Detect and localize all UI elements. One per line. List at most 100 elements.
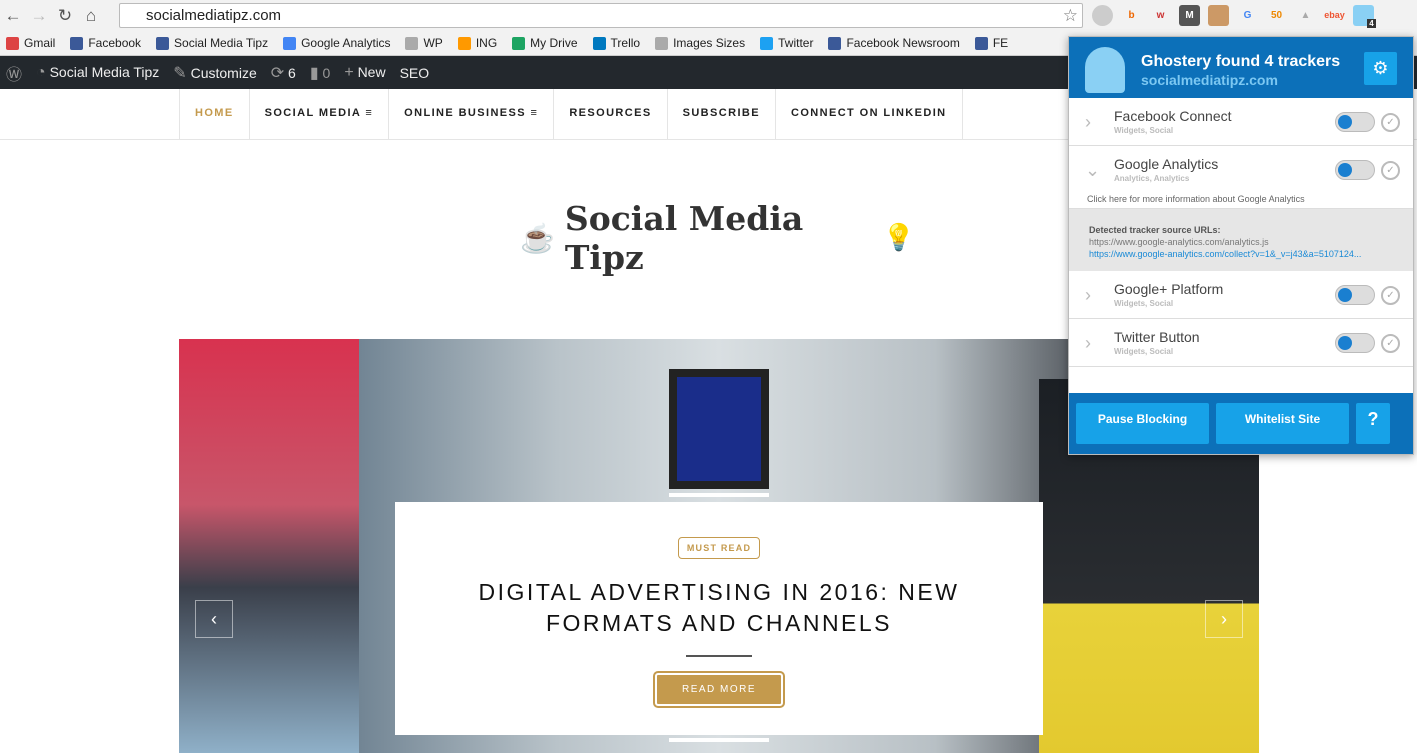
block-toggle[interactable] <box>1335 160 1375 180</box>
block-toggle[interactable] <box>1335 333 1375 353</box>
nav-resources[interactable]: RESOURCES <box>553 89 666 139</box>
customize-label: Customize <box>190 64 257 81</box>
trust-check-icon[interactable]: ✓ <box>1381 334 1400 353</box>
gmail-icon <box>6 36 19 50</box>
bookmark-fe[interactable]: FE <box>974 36 1009 50</box>
bookmark-my-drive[interactable]: My Drive <box>512 36 578 50</box>
coffee-cup-icon: ☕ <box>520 221 555 255</box>
pause-blocking-button[interactable]: Pause Blocking <box>1076 403 1209 444</box>
chevron-right-icon[interactable]: › <box>1085 333 1091 354</box>
wp-updates-link[interactable]: ⟳ 6 <box>271 63 296 83</box>
whitelist-site-button[interactable]: Whitelist Site <box>1216 403 1349 444</box>
trust-check-icon[interactable]: ✓ <box>1381 286 1400 305</box>
bookmark-star-icon[interactable]: ☆ <box>1063 6 1078 26</box>
drive-icon <box>512 36 526 50</box>
bookmark-social-media-tipz[interactable]: Social Media Tipz <box>156 36 268 50</box>
nav-subscribe[interactable]: SUBSCRIBE <box>666 89 775 139</box>
tracker-row[interactable]: › Twitter Button Widgets, Social ✓ <box>1069 319 1413 367</box>
prev-slide-button[interactable]: ‹ <box>195 600 233 638</box>
nav-home[interactable]: HOME <box>179 89 249 139</box>
category-badge[interactable]: MUST READ <box>677 537 761 559</box>
brush-icon: ✎ <box>173 64 187 82</box>
tracker-name: Facebook Connect <box>1114 108 1232 124</box>
wp-customize-link[interactable]: ✎ Customize <box>173 63 256 83</box>
bookmark-google-analytics[interactable]: Google Analytics <box>283 36 390 50</box>
block-toggle[interactable] <box>1335 112 1375 132</box>
block-toggle[interactable] <box>1335 285 1375 305</box>
extension-icon[interactable] <box>1092 5 1113 26</box>
featured-post-card: MUST READ DIGITAL ADVERTISING IN 2016: N… <box>395 502 1043 735</box>
extension-icon[interactable]: M <box>1179 5 1200 26</box>
back-icon[interactable]: ← <box>0 6 26 26</box>
tracker-name: Google+ Platform <box>1114 281 1224 297</box>
slide-indicator[interactable] <box>669 493 769 497</box>
help-button[interactable]: ? <box>1356 403 1390 444</box>
wp-site-link[interactable]: ◔ Social Media Tipz <box>36 64 159 82</box>
hero-image <box>669 369 769 489</box>
post-title[interactable]: DIGITAL ADVERTISING IN 2016: NEW FORMATS… <box>395 577 1043 639</box>
more-info-link[interactable]: Click here for more information about Go… <box>1087 194 1305 204</box>
bookmark-facebook-newsroom[interactable]: Facebook Newsroom <box>828 36 960 50</box>
nav-linkedin[interactable]: CONNECT ON LINKEDIN <box>774 89 963 139</box>
twitter-icon <box>760 36 774 50</box>
ebay-icon[interactable]: ebay <box>1324 5 1345 26</box>
reload-icon[interactable]: ↻ <box>52 6 78 26</box>
bookmark-label: WP <box>423 36 443 50</box>
extensions: b w M G 50 ▲ ebay 4 <box>1092 5 1376 28</box>
extension-icon[interactable] <box>1208 5 1229 26</box>
settings-gear-icon[interactable]: ⚙ <box>1364 52 1397 85</box>
menu-icon: ≡ <box>365 107 374 119</box>
address-bar[interactable]: socialmediatipz.com ☆ <box>119 3 1083 28</box>
wp-new-link[interactable]: + New <box>344 64 385 82</box>
trello-icon <box>592 36 606 50</box>
url-text: socialmediatipz.com <box>146 7 282 24</box>
lightbulb-icon <box>405 36 419 50</box>
bookmark-images-sizes[interactable]: Images Sizes <box>655 36 745 50</box>
chevron-right-icon[interactable]: › <box>1085 285 1091 306</box>
bookmark-label: FE <box>992 36 1009 50</box>
trust-check-icon[interactable]: ✓ <box>1381 161 1400 180</box>
trust-check-icon[interactable]: ✓ <box>1381 113 1400 132</box>
source-url-link[interactable]: https://www.google-analytics.com/collect… <box>1089 249 1361 259</box>
extension-icon[interactable]: 50 <box>1266 5 1287 26</box>
wp-comments-link[interactable]: ▮ 0 <box>310 63 331 83</box>
chevron-right-icon[interactable]: › <box>1085 112 1091 133</box>
browser-toolbar: ← → ↻ ⌂ socialmediatipz.com ☆ b w M G 50 … <box>0 0 1417 31</box>
bookmark-ing[interactable]: ING <box>457 36 497 50</box>
tracker-row[interactable]: ⌄ Google Analytics Analytics, Analytics … <box>1069 146 1413 209</box>
translate-icon[interactable]: G <box>1237 5 1258 26</box>
home-icon[interactable]: ⌂ <box>78 6 104 26</box>
wordpress-icon[interactable]: Ⓦ <box>6 61 22 85</box>
nav-online-business[interactable]: ONLINE BUSINESS ≡ <box>388 89 553 139</box>
extension-icon[interactable]: w <box>1150 5 1171 26</box>
ghostery-title: Ghostery found 4 trackers <box>1141 53 1341 70</box>
ghostery-site: socialmediatipz.com <box>1141 72 1278 88</box>
updates-icon: ⟳ <box>270 64 285 82</box>
wp-seo-link[interactable]: SEO <box>400 65 430 81</box>
site-logo[interactable]: ☕ Social Media Tipz 💡 <box>520 199 915 277</box>
updates-count: 6 <box>288 64 296 81</box>
sources-label: Detected tracker source URLs: <box>1089 225 1221 235</box>
ghostery-extension-icon[interactable]: 4 <box>1353 5 1376 28</box>
bookmark-trello[interactable]: Trello <box>592 36 640 50</box>
site-name: Social Media Tipz <box>49 63 160 80</box>
ghostery-logo-icon <box>1085 47 1125 93</box>
forward-icon[interactable]: → <box>26 6 52 26</box>
tracker-row[interactable]: › Facebook Connect Widgets, Social ✓ <box>1069 98 1413 146</box>
bookmark-facebook[interactable]: Facebook <box>70 36 141 50</box>
nav-label: ONLINE BUSINESS <box>404 107 527 119</box>
bookmark-label: Images Sizes <box>673 36 746 50</box>
chevron-down-icon[interactable]: ⌄ <box>1085 160 1100 181</box>
extension-icon[interactable]: ▲ <box>1295 5 1316 26</box>
bookmark-wp[interactable]: WP <box>405 36 443 50</box>
bookmark-twitter[interactable]: Twitter <box>760 36 813 50</box>
tracker-row[interactable]: › Google+ Platform Widgets, Social ✓ <box>1069 271 1413 319</box>
extension-icon[interactable]: b <box>1121 5 1142 26</box>
slide-indicator[interactable] <box>669 738 769 742</box>
nav-social-media[interactable]: SOCIAL MEDIA ≡ <box>248 89 389 139</box>
facebook-icon <box>974 36 988 50</box>
lightbulb-icon: 💡 <box>882 223 915 253</box>
bookmark-gmail[interactable]: Gmail <box>6 36 55 50</box>
read-more-button[interactable]: READ MORE <box>654 673 784 706</box>
next-slide-button[interactable]: › <box>1205 600 1243 638</box>
